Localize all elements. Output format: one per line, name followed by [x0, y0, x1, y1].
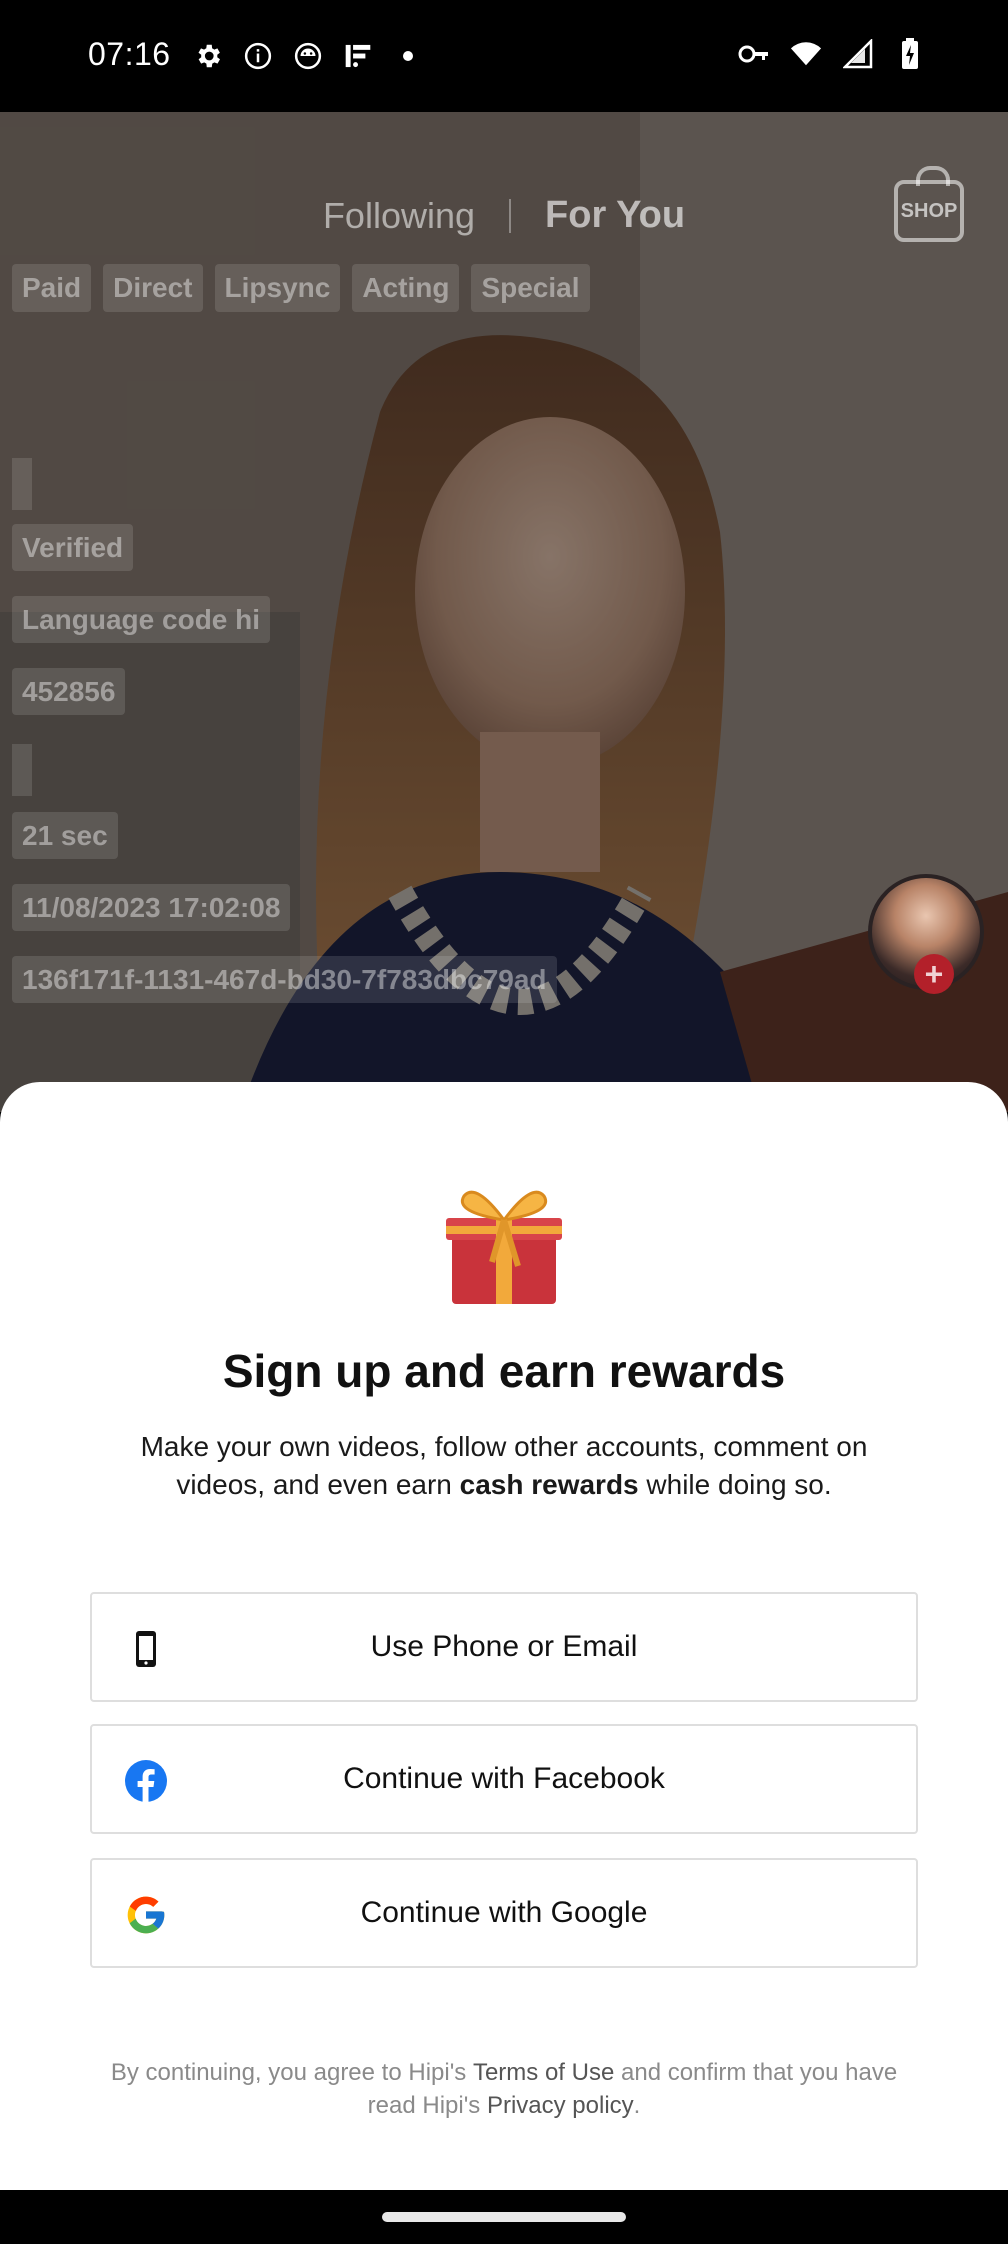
facebook-icon [124, 1759, 168, 1803]
status-bar: 07:16 [0, 0, 1008, 112]
tab-divider [509, 198, 512, 233]
cash-rewards-highlight: cash rewards [459, 1469, 639, 1500]
debug-chip: Acting [352, 264, 460, 312]
debug-chip-duration: 21 sec [12, 812, 118, 859]
signup-bottom-sheet: Sign up and earn rewards Make your own v… [0, 1082, 1008, 2190]
privacy-policy-link[interactable]: Privacy policy [487, 2092, 634, 2119]
follow-plus-button[interactable]: + [914, 954, 954, 994]
debug-chip-empty [12, 744, 32, 796]
android-icon [292, 40, 324, 72]
debug-chip-row: Paid Direct Lipsync Acting Special [12, 264, 590, 312]
debug-chip: Lipsync [214, 264, 341, 312]
info-icon [242, 40, 274, 72]
vpn-key-icon [738, 38, 770, 70]
debug-chip-verified: Verified [12, 524, 134, 571]
use-phone-or-email-button[interactable]: Use Phone or Email [90, 1592, 918, 1702]
shop-button[interactable]: SHOP [894, 166, 964, 242]
debug-chip-id: 452856 [12, 668, 126, 715]
continue-with-google-label: Continue with Google [360, 1896, 648, 1929]
tab-following[interactable]: Following [323, 195, 475, 237]
gift-icon [446, 1190, 562, 1304]
app-notification-icon [342, 40, 374, 72]
sheet-description: Make your own videos, follow other accou… [140, 1431, 868, 1500]
debug-chip-empty [12, 458, 32, 510]
debug-chip-uuid: 136f171f-1131-467d-bd30-7f783dbc79ad [12, 956, 557, 1003]
tab-for-you[interactable]: For You [545, 194, 685, 237]
video-feed[interactable]: Following For You SHOP Paid Direct Lipsy… [0, 112, 1008, 1112]
dot-icon [392, 40, 424, 72]
continue-with-facebook-button[interactable]: Continue with Facebook [90, 1724, 918, 1834]
google-icon [124, 1893, 168, 1937]
home-indicator[interactable] [382, 2212, 626, 2222]
debug-chip-date: 11/08/2023 17:02:08 [12, 884, 291, 931]
debug-chip: Special [471, 264, 590, 312]
terms-of-use-link[interactable]: Terms of Use [473, 2059, 614, 2086]
debug-chip: Direct [103, 264, 203, 312]
debug-chip-language: Language code hi [12, 596, 271, 643]
status-time: 07:16 [88, 36, 171, 72]
status-icons-right [738, 38, 926, 70]
battery-charging-icon [894, 38, 926, 70]
use-phone-or-email-label: Use Phone or Email [370, 1630, 638, 1663]
continue-with-facebook-label: Continue with Facebook [343, 1762, 665, 1795]
wifi-icon [790, 38, 822, 70]
status-icons-left [192, 40, 424, 72]
terms-disclaimer: By continuing, you agree to Hipi's Terms… [110, 2059, 898, 2119]
settings-icon [192, 40, 224, 72]
phone-icon [124, 1627, 168, 1671]
debug-chip: Paid [12, 264, 92, 312]
feed-tabs: Following For You [0, 194, 1008, 237]
continue-with-google-button[interactable]: Continue with Google [90, 1858, 918, 1968]
sheet-title: Sign up and earn rewards [222, 1345, 786, 1397]
cell-signal-icon [842, 38, 874, 70]
